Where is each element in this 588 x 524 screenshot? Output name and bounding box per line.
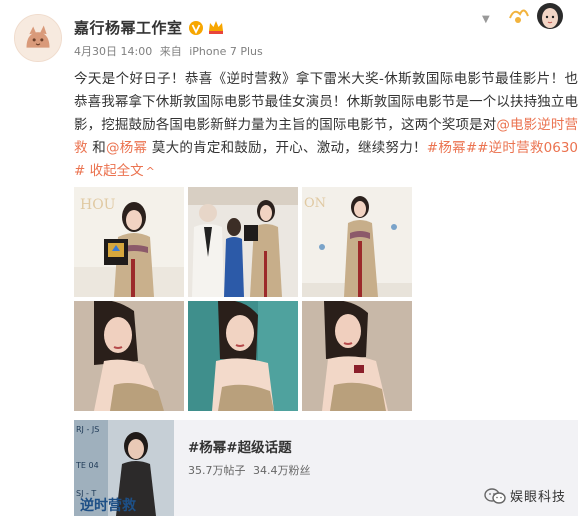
- collapse-arrow-icon[interactable]: ^: [146, 165, 155, 178]
- topic-post-count: 35.7万帖子: [188, 464, 246, 477]
- thumb-caption: 逆时营救: [80, 497, 137, 514]
- photo-thumbnail[interactable]: [74, 301, 184, 411]
- topic-fan-count: 34.4万粉丝: [253, 464, 311, 477]
- watermark: 娱眼科技: [484, 486, 566, 505]
- post-text-segment: 莫大的肯定和鼓励，开心、激动，继续努力！: [147, 140, 427, 156]
- v-badge-icon: [188, 20, 203, 35]
- thumb-label: TE 04: [75, 461, 99, 470]
- mention-yangmi-link[interactable]: @杨幂: [106, 140, 147, 156]
- profile-decoration-icon: [506, 2, 574, 30]
- watermark-text: 娱眼科技: [510, 490, 567, 505]
- topic-stats: 35.7万帖子 34.4万粉丝: [188, 462, 315, 478]
- photo-thumbnail[interactable]: [188, 187, 298, 297]
- post-header: 嘉行杨幂工作室 4月30日 14:00 来自 iPhone 7 Plus: [74, 16, 267, 59]
- user-avatar[interactable]: [14, 14, 62, 62]
- post-device[interactable]: iPhone 7 Plus: [189, 45, 263, 58]
- post-text: 今天是个好日子！恭喜《逆时营救》拿下雷米大奖-休斯敦国际电影节最佳影片！也恭喜我…: [74, 68, 578, 183]
- svg-text:HOU: HOU: [80, 197, 116, 213]
- user-name[interactable]: 嘉行杨幂工作室: [74, 17, 183, 38]
- collapse-button[interactable]: 收起全文: [90, 163, 144, 179]
- thumb-label: SJ - T: [76, 489, 96, 498]
- source-prefix: 来自: [159, 45, 182, 58]
- photo-thumbnail[interactable]: HOU: [74, 187, 184, 297]
- photo-thumbnail[interactable]: [188, 301, 298, 411]
- weibo-post: 嘉行杨幂工作室 4月30日 14:00 来自 iPhone 7 Plus ▼ 今…: [0, 0, 588, 524]
- chevron-down-icon[interactable]: ▼: [482, 14, 490, 25]
- topic-title[interactable]: #杨幂#超级话题: [188, 436, 292, 456]
- photo-thumbnail[interactable]: [302, 301, 412, 411]
- photo-grid: HOU ON: [74, 187, 412, 417]
- post-text-segment: 和: [87, 140, 107, 156]
- svg-text:ON: ON: [304, 196, 326, 211]
- post-meta: 4月30日 14:00 来自 iPhone 7 Plus: [74, 43, 267, 59]
- wechat-icon: [484, 487, 506, 505]
- vip-crown-icon[interactable]: [207, 19, 225, 35]
- photo-thumbnail[interactable]: ON: [302, 187, 412, 297]
- post-timestamp[interactable]: 4月30日 14:00: [74, 45, 152, 58]
- topic-thumbnail[interactable]: RJ - JS TE 04 SJ - T 逆时营救: [74, 420, 174, 516]
- thumb-label: RJ - JS: [76, 425, 99, 434]
